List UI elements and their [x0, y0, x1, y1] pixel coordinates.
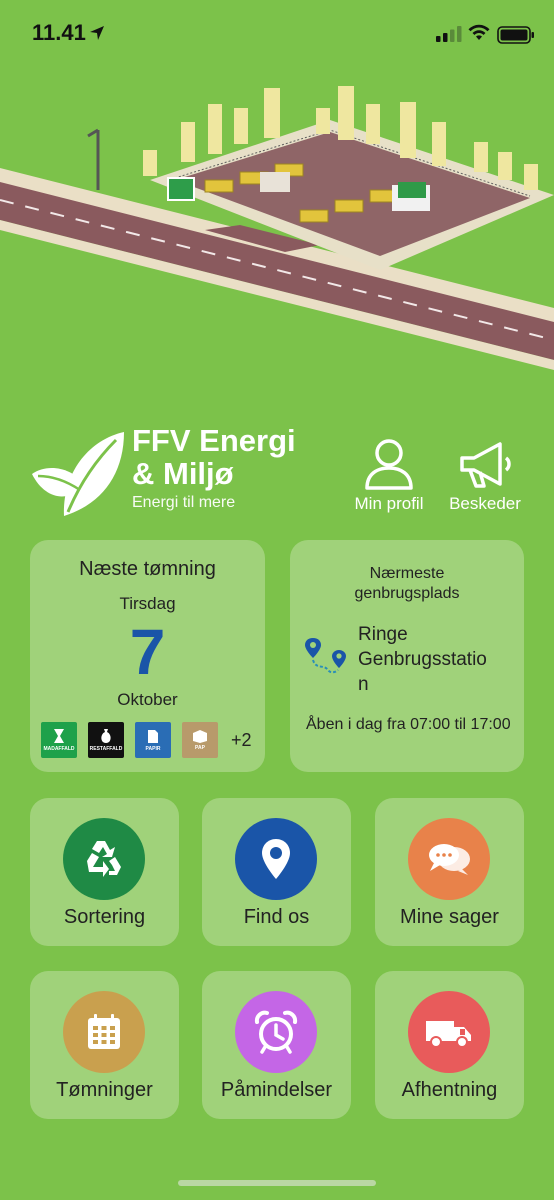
messages-button-label: Beskeder: [449, 494, 521, 513]
collections-label: Tømninger: [56, 1079, 153, 1101]
recycling-station-illustration: [0, 86, 554, 370]
pickup-icon-circle: [408, 991, 490, 1073]
cardboard-waste-badge: PAP: [182, 722, 218, 758]
battery-icon: [497, 26, 534, 44]
recycle-icon: [87, 841, 121, 877]
food-waste-badge: MADAFFALD: [41, 722, 77, 758]
megaphone-icon: [460, 442, 511, 488]
location-arrow-icon: [90, 26, 104, 40]
waste-type-list: MADAFFALD RESTAFFALD PAPIR PAP +2: [41, 722, 252, 758]
person-icon: [365, 439, 413, 490]
my-cases-tile[interactable]: Mine sager: [375, 798, 524, 946]
cardboard-box-icon: [193, 730, 207, 743]
sorting-label: Sortering: [63, 906, 146, 928]
paper-waste-badge: PAPIR: [135, 722, 171, 758]
reminders-label: Påmindelser: [220, 1079, 333, 1101]
find-us-icon-circle: [235, 818, 317, 900]
map-pin-icon: [262, 839, 290, 879]
paper-icon: [148, 729, 158, 743]
reminders-tile[interactable]: Påmindelser: [202, 971, 351, 1119]
next-collection-weekday: Tirsdag: [119, 594, 176, 613]
messages-button[interactable]: Beskeder: [440, 436, 530, 514]
profile-button[interactable]: Min profil: [344, 436, 434, 514]
profile-button-label: Min profil: [354, 494, 424, 513]
next-collection-month: Oktober: [117, 690, 178, 709]
pickup-label: Afhentning: [401, 1079, 498, 1101]
food-waste-icon: [54, 729, 64, 743]
reminders-icon-circle: [235, 991, 317, 1073]
pickup-tile[interactable]: Afhentning: [375, 971, 524, 1119]
brand-title: FFV Energi & Miljø: [132, 423, 296, 491]
collections-tile[interactable]: Tømninger: [30, 971, 179, 1119]
nearest-station-title: Nærmeste genbrugsplads: [354, 565, 460, 602]
leaves-logo-icon: [32, 432, 124, 516]
collections-icon-circle: [63, 991, 145, 1073]
brand-tagline: Energi til mere: [132, 494, 236, 511]
status-bar: 11.41: [0, 0, 554, 66]
nearest-station-name: Ringe Genbrugsstatio n: [358, 624, 487, 695]
next-collection-card[interactable]: Næste tømning Tirsdag 7 Oktober MADAFFAL…: [30, 540, 265, 772]
nearest-station-hours: Åben i dag fra 07:00 til 17:00: [306, 716, 511, 733]
more-waste-types-count: +2: [231, 729, 252, 750]
calendar-icon: [88, 1014, 120, 1049]
status-time: 11.41: [32, 20, 86, 45]
home-indicator[interactable]: [178, 1180, 376, 1186]
next-collection-title: Næste tømning: [79, 558, 216, 580]
next-collection-day: 7: [129, 616, 166, 688]
cellular-signal-icon: [436, 26, 462, 42]
find-us-label: Find os: [243, 906, 310, 928]
wifi-icon: [468, 24, 490, 40]
brand-logo: FFV Energi & Miljø Energi til mere: [28, 424, 328, 520]
sorting-tile[interactable]: Sortering: [30, 798, 179, 946]
truck-icon: [426, 1021, 471, 1048]
my-cases-label: Mine sager: [400, 906, 499, 928]
residual-waste-badge: RESTAFFALD: [88, 722, 124, 758]
alarm-clock-icon: [254, 1010, 298, 1054]
my-cases-icon-circle: [408, 818, 490, 900]
nearest-station-card[interactable]: Nærmeste genbrugsplads Ringe Genbrugssta…: [290, 540, 524, 772]
find-us-tile[interactable]: Find os: [202, 798, 351, 946]
trash-bag-icon: [101, 729, 111, 743]
sorting-icon-circle: [63, 818, 145, 900]
route-pins-icon: [305, 638, 346, 674]
chat-bubbles-icon: [429, 844, 470, 875]
